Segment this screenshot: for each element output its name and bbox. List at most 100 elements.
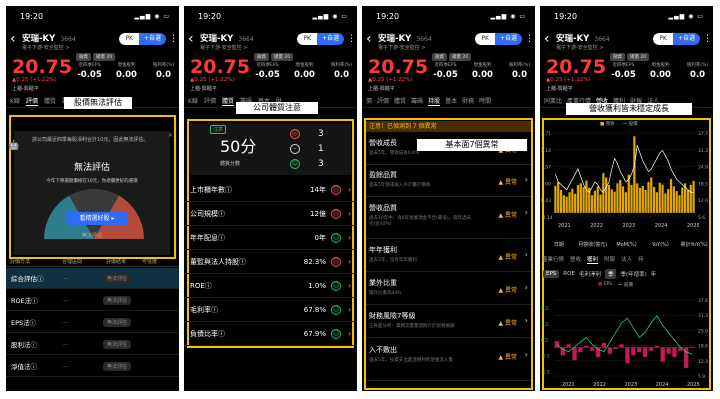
- pk-fav-pill: PK +自選: [119, 33, 166, 45]
- table-row[interactable]: ROE法ⓘ -- 無法評估: [6, 290, 179, 311]
- picks-button[interactable]: 看精選好股 ▸: [66, 212, 128, 225]
- revenue-bar: [554, 185, 557, 213]
- more-icon[interactable]: ⋮: [525, 34, 534, 44]
- metric-row[interactable]: 負債比率ⓘ 67.9% ☺ ›: [184, 322, 357, 346]
- stock-name: 安瑞-KY: [378, 33, 412, 44]
- x-tick: 2024: [655, 223, 668, 229]
- y-right-tick: 37.7: [698, 131, 708, 137]
- back-icon[interactable]: ‹: [366, 31, 375, 47]
- tab-quality[interactable]: 體質: [44, 96, 56, 105]
- tag-margin: 融資: [76, 53, 91, 61]
- tab-kline[interactable]: K線: [10, 96, 20, 105]
- x-tick: 2023: [623, 223, 636, 229]
- back-icon[interactable]: ‹: [188, 31, 197, 47]
- tab-holding[interactable]: 持: [638, 255, 644, 263]
- tab-eps[interactable]: EPS: [543, 270, 560, 278]
- tab-industry[interactable]: 產業行情: [542, 255, 564, 263]
- chevron-right-icon: ›: [348, 233, 351, 242]
- anomaly-status: 異常: [504, 354, 517, 361]
- table-row[interactable]: EPS法ⓘ -- 無法評估: [6, 312, 179, 333]
- add-watchlist-button[interactable]: +自選: [672, 33, 700, 45]
- tab-revenue[interactable]: 營收: [570, 255, 581, 263]
- tab-finance[interactable]: 財務: [462, 96, 474, 105]
- tab-holding[interactable]: 持股: [428, 96, 441, 106]
- tab-quarter[interactable]: 季: [604, 269, 617, 279]
- add-watchlist-button[interactable]: +自選: [494, 33, 522, 45]
- y-right-tick: 25.0: [698, 328, 708, 334]
- tags: 融資 總量 20: [254, 53, 294, 61]
- back-icon[interactable]: ‹: [544, 31, 553, 47]
- add-watchlist-button[interactable]: +自選: [138, 33, 166, 45]
- metric-row[interactable]: 董監與法人持股ⓘ 82.3% ☹ ›: [184, 250, 357, 274]
- tab-year[interactable]: 年: [651, 270, 657, 278]
- revenue-bar: [655, 192, 659, 213]
- industry-link[interactable]: 電子下游-安全監控 >: [556, 45, 650, 51]
- price-change: ▲0.25 (+1.22%): [12, 77, 57, 83]
- metric-value: 1.0%: [308, 281, 326, 290]
- anomaly-row[interactable]: 營收品質 過去10年中，有6年營業現金不佳(最低)，兩年過去元(近40%) ▲ 異常…: [366, 199, 531, 239]
- industry-link[interactable]: 電子下游-安全監控 >: [200, 45, 294, 51]
- stock-header: ‹ 安瑞-KY 3664 電子下游-安全監控 > PK +自選 ⋮: [362, 26, 535, 52]
- anomaly-row[interactable]: 年年獲利 過去5年，沒有年年獲利 ▲ 異常 ›: [366, 241, 531, 272]
- revenue-price-chart[interactable]: 2.71 37.7 2.14 31.3 1.57 24.9 1.00 18.5 0.43 12.0…: [540, 125, 713, 235]
- pk-button[interactable]: PK: [653, 33, 673, 45]
- tags: 融資 總量 20: [76, 53, 116, 61]
- valuation-note: 該公司最近四季每股淨利合計10元，因此無法評估。: [32, 137, 149, 143]
- tab-valuation[interactable]: 評價: [377, 96, 389, 105]
- eps-price-chart[interactable]: 2.5 1.5 0.5 -0.5 -1.5 37.6 31.3 25.0 18.6 12.3 5.9…: [540, 292, 713, 391]
- stock-title[interactable]: 安瑞-KY 3664 電子下游-安全監控 >: [200, 28, 294, 51]
- stock-name: 安瑞-KY: [22, 33, 56, 44]
- metric-row[interactable]: 年年配息ⓘ 0年 ☺ ›: [184, 226, 357, 250]
- tab-peers[interactable]: 同業比: [544, 96, 562, 105]
- stock-header: ‹ 安瑞-KY 3664 電子下游-安全監控 > PK +自選 ⋮: [184, 26, 357, 52]
- count-value: 3: [318, 128, 324, 139]
- pk-button[interactable]: PK: [119, 33, 139, 45]
- revenue-bar: [638, 187, 642, 213]
- y-right-tick: 5.6: [698, 215, 705, 221]
- tab-roe[interactable]: ROE: [563, 271, 575, 277]
- more-icon[interactable]: ⋮: [169, 34, 178, 44]
- anomaly-desc: 過去5年營運與入外計畫計暴跌: [369, 183, 431, 188]
- anomaly-row[interactable]: 業外比重 業外比重為44% ▲ 異常 ›: [366, 274, 531, 305]
- more-icon[interactable]: ⋮: [703, 34, 712, 44]
- tab-valuation[interactable]: 評價: [25, 96, 38, 106]
- revenue-bar: [607, 184, 611, 213]
- add-watchlist-button[interactable]: +自選: [316, 33, 344, 45]
- tab-chips[interactable]: 籌碼: [411, 96, 423, 105]
- tab-margins[interactable]: 毛利淨利: [579, 270, 601, 278]
- anomaly-row[interactable]: 財務風險7等級 正負面分析：業務流量量週期介於財務風險 ▲ 異常 ›: [366, 307, 531, 338]
- pk-button[interactable]: PK: [475, 33, 495, 45]
- table-row[interactable]: 股利法ⓘ -- 無法評估: [6, 334, 179, 355]
- stock-code: 3664: [238, 35, 254, 43]
- tab-kline[interactable]: K線: [188, 96, 198, 105]
- tab-profit[interactable]: 獲利: [587, 255, 599, 264]
- revenue-bar: [562, 195, 565, 213]
- table-row[interactable]: 綜合評估ⓘ -- 無法評估: [6, 268, 179, 289]
- anomaly-row[interactable]: 盈餘品質 過去5年營運與入外計畫計暴跌 ▲ 異常 ›: [366, 166, 531, 197]
- metric-row[interactable]: 公司規模ⓘ 12億 ☹ ›: [184, 202, 357, 226]
- tab-quality[interactable]: 體質: [221, 96, 234, 106]
- tab-quality[interactable]: 體質: [394, 96, 406, 105]
- stock-title[interactable]: 安瑞-KY 3664 電子下游-安全監控 >: [22, 28, 116, 51]
- stock-title[interactable]: 安瑞-KY 3664 電子下游-安全監控 >: [556, 28, 650, 51]
- tab-fundamental[interactable]: 基本: [445, 96, 457, 105]
- anomaly-row[interactable]: 入不敷出 過去5年，投資支出超過營利的現金流入量 ▲ 異常 ›: [366, 341, 531, 381]
- stock-title[interactable]: 安瑞-KY 3664 電子下游-安全監控 >: [378, 28, 472, 51]
- industry-link[interactable]: 電子下游-安全監控 >: [22, 45, 116, 51]
- tab-valuation[interactable]: 評價: [204, 96, 216, 105]
- tab-price[interactable]: 價: [366, 96, 372, 105]
- metric-row[interactable]: 毛利率ⓘ 67.8% ☺ ›: [184, 298, 357, 322]
- table-row[interactable]: 淨值法ⓘ -- 無法評估: [6, 356, 179, 377]
- close-icon[interactable]: ✕: [168, 132, 173, 139]
- tab-quarter-yoy[interactable]: 季(年增率): [620, 270, 646, 278]
- back-icon[interactable]: ‹: [10, 31, 19, 47]
- pk-button[interactable]: PK: [297, 33, 317, 45]
- metric-row[interactable]: 上市櫃年數ⓘ 14年 ☹ ›: [184, 178, 357, 202]
- metric-row[interactable]: ROEⓘ 1.0% ☺ ›: [184, 274, 357, 298]
- industry-link[interactable]: 電子下游-安全監控 >: [378, 45, 472, 51]
- tab-institutional[interactable]: 法人: [621, 255, 632, 263]
- tab-time[interactable]: 時間: [479, 96, 491, 105]
- revenue-bar: [686, 189, 690, 213]
- more-icon[interactable]: ⋮: [347, 34, 356, 44]
- tab-financials[interactable]: 財報: [604, 255, 615, 263]
